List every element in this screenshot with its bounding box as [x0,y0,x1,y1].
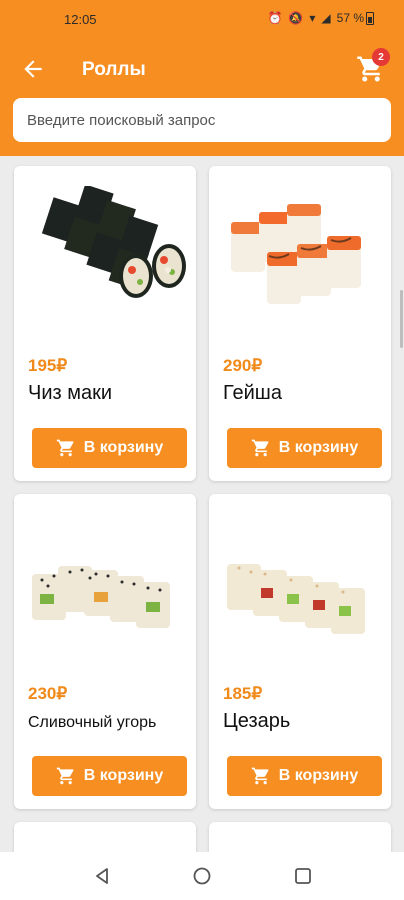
product-card[interactable]: 195₽ Чиз маки В корзину [14,166,196,481]
add-to-cart-label: В корзину [83,767,164,784]
add-to-cart-button[interactable]: В корзину [32,756,187,796]
add-to-cart-button[interactable]: В корзину [32,428,187,468]
nav-recent-icon[interactable] [294,867,312,885]
search-input[interactable] [13,98,391,142]
product-name: Сливочный угорь [28,714,157,731]
cart-icon [56,767,74,785]
battery-text: 57 % [336,11,364,25]
product-price: 195₽ [28,356,68,375]
product-card[interactable]: 290₽ Гейша В корзину [209,166,391,481]
cart-icon [251,439,269,457]
product-name: Чиз маки [28,382,113,404]
add-to-cart-button[interactable]: В корзину [227,756,382,796]
app-bar: Роллы 2 [0,38,404,156]
product-card[interactable]: 230₽ Сливочный угорь В корзину [14,494,196,809]
status-icons: ⏰ 🔕 ▾ ◢ 57 % [267,11,364,25]
cart-icon [251,767,269,785]
page-title: Роллы [82,59,146,80]
add-to-cart-label: В корзину [278,439,359,456]
cart-icon [56,439,74,457]
arrow-back-icon[interactable] [20,56,46,82]
nav-home-icon[interactable] [192,866,212,886]
product-image [231,204,361,304]
product-image [32,566,170,628]
wifi-icon: ▾ [309,11,316,25]
status-time: 12:05 [64,12,97,27]
product-image [41,186,186,298]
product-price: 185₽ [223,684,263,703]
product-card[interactable]: 185₽ Цезарь В корзину [209,494,391,809]
add-to-cart-label: В корзину [278,767,359,784]
product-name: Гейша [223,382,282,404]
alarm-icon: ⏰ [267,11,283,25]
cart-count-badge: 2 [372,48,390,66]
product-price: 230₽ [28,684,68,703]
add-to-cart-button[interactable]: В корзину [227,428,382,468]
mute-icon: 🔕 [288,11,304,25]
system-nav-bar [0,852,404,900]
product-image [227,564,365,634]
add-to-cart-label: В корзину [83,439,164,456]
battery-icon [366,12,374,25]
signal-icon: ◢ [321,11,331,25]
nav-back-icon[interactable] [92,866,112,886]
product-price: 290₽ [223,356,263,375]
scrollbar[interactable] [400,290,403,348]
product-name: Цезарь [223,710,291,732]
status-bar: 12:05 ⏰ 🔕 ▾ ◢ 57 % [0,0,404,38]
